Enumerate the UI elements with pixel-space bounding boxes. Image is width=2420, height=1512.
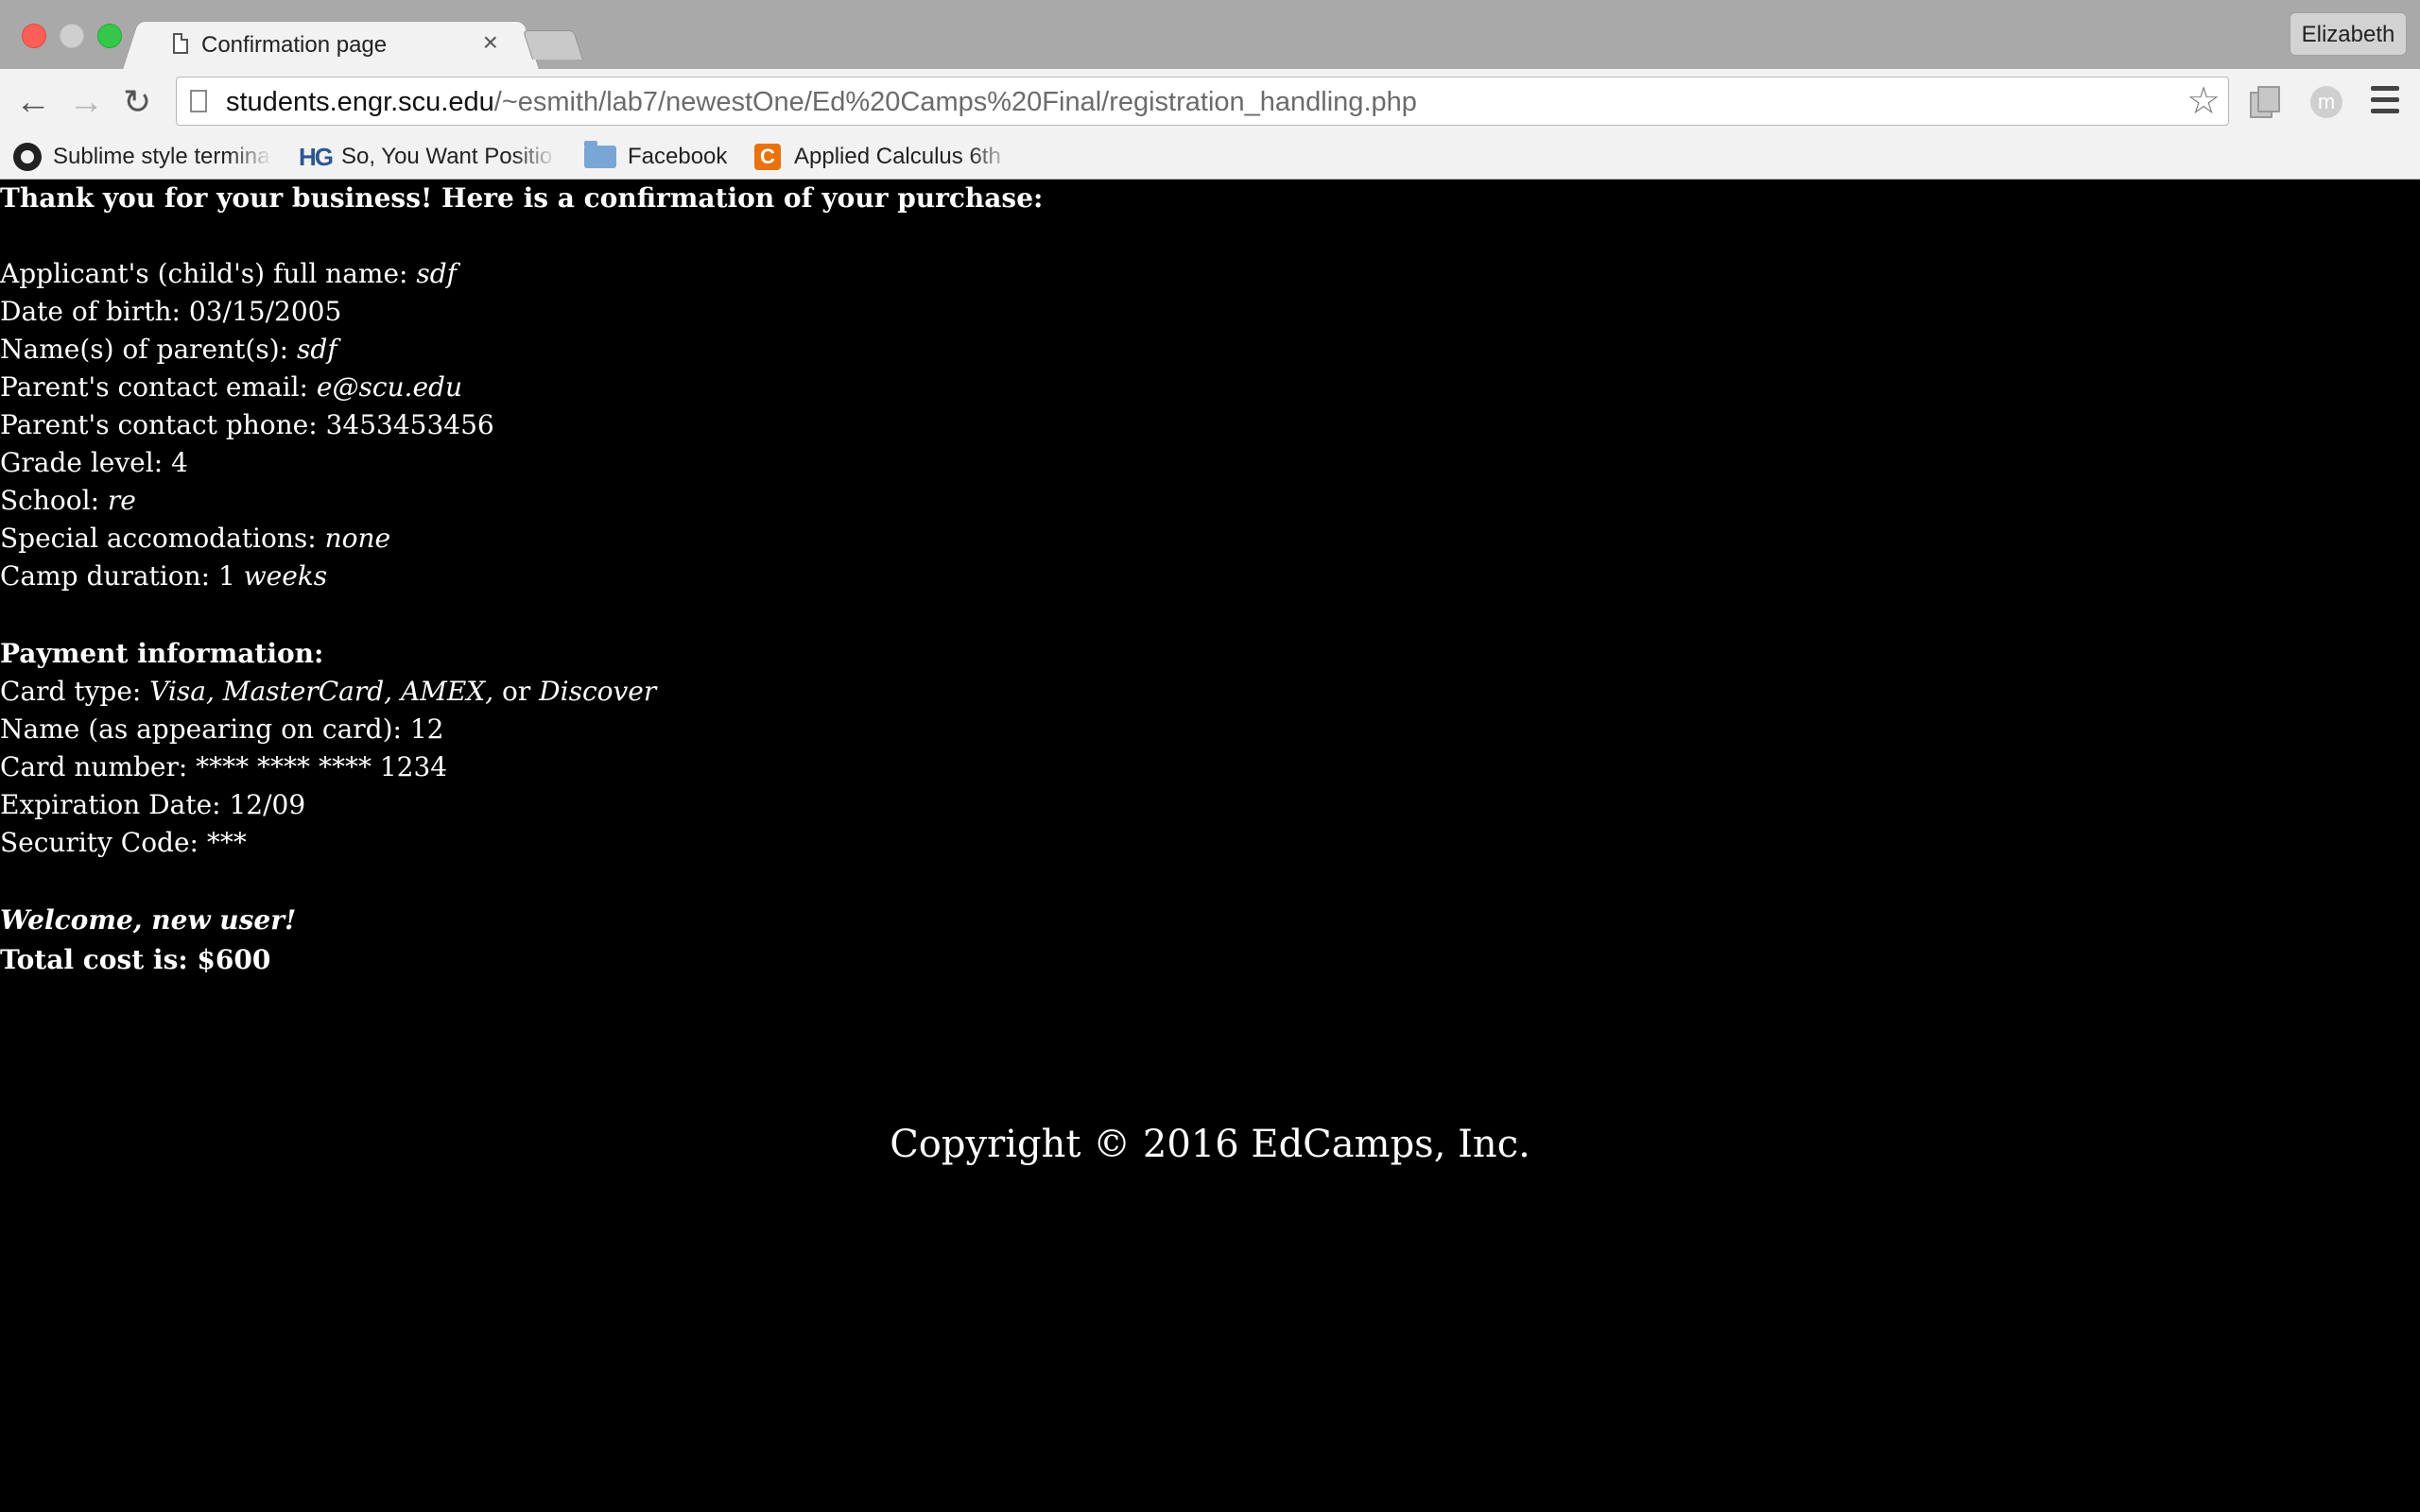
payment-row-name-on-card: Name (as appearing on card): 12 [0,711,443,748]
field-connector: or [493,676,540,707]
page-content: Thank you for your business! Here is a c… [0,180,2420,1512]
field-row-parent-phone: Parent's contact phone: 3453453456 [0,406,494,444]
extension-m-icon[interactable]: m [2310,86,2342,118]
field-label: Card type: [0,676,150,707]
field-label: Parent's contact email: [0,371,317,403]
c-icon: C [754,144,781,170]
bookmark-item[interactable]: Sublime style termina [13,140,272,174]
field-value: sdf [296,334,337,365]
field-value: *** [206,827,247,858]
field-label: Parent's contact phone: [0,409,326,440]
bookmarks-bar: Sublime style termina HG So, You Want Po… [0,134,2420,180]
url-text[interactable]: students.engr.scu.edu/~esmith/lab7/newes… [226,87,1417,118]
field-label: Security Code: [0,827,207,858]
payment-row-security-code: Security Code: *** [0,824,247,862]
toolbar: ← → ↻ students.engr.scu.edu/~esmith/lab7… [0,69,2420,134]
folder-icon [584,141,616,168]
new-tab-button[interactable] [522,30,584,60]
back-arrow-icon[interactable]: ← [15,84,51,120]
payment-heading: Payment information: [0,638,324,669]
payment-row-expiration: Expiration Date: 12/09 [0,786,305,824]
total-cost: Total cost is: $600 [0,944,271,975]
field-value: Visa, MasterCard, AMEX, [149,676,494,707]
copyright-footer: Copyright © 2016 EdCamps, Inc. [890,1123,1530,1166]
window-maximize-button[interactable] [97,24,122,48]
field-label: Name(s) of parent(s): [0,334,297,365]
url-host: students.engr.scu.edu [226,87,494,117]
field-label: Expiration Date: [0,789,230,820]
url-path: /~esmith/lab7/newestOne/Ed%20Camps%20Fin… [493,87,1417,117]
bookmark-star-icon[interactable]: ☆ [2187,80,2221,122]
payment-row-card-number: Card number: **** **** **** 1234 [0,748,447,786]
tab-confirmation-page[interactable]: Confirmation page × [142,21,520,71]
bookmark-label: Sublime style termina [53,144,270,169]
extension-icon[interactable] [2250,86,2280,118]
bookmark-label: So, You Want Positio [341,144,553,169]
field-label: Applicant's (child's) full name: [0,258,417,289]
field-row-child-name: Applicant's (child's) full name: sdf [0,255,457,293]
field-row-school: School: re [0,482,136,520]
field-row-accommodations: Special accomodations: none [0,520,390,558]
field-value: 1 [217,560,235,592]
field-value: 4 [171,447,188,478]
field-label: School: [0,485,108,516]
payment-row-card-type: Card type: Visa, MasterCard, AMEX, or Di… [0,673,656,711]
page-icon [190,90,207,112]
field-label: Card number: [0,751,197,782]
hg-icon: HG [299,142,334,171]
menu-icon[interactable] [2371,86,2403,114]
field-value: re [107,485,136,516]
bookmark-item[interactable]: HG So, You Want Positio [299,140,557,174]
field-label: Name (as appearing on card): [0,713,410,745]
field-suffix: weeks [234,560,328,592]
field-value: 3453453456 [325,409,494,440]
field-value: Discover [539,676,657,707]
browser-chrome: Confirmation page × Elizabeth ← → ↻ stud… [0,0,2420,180]
tab-title: Confirmation page [201,32,388,58]
field-value: sdf [416,258,458,289]
field-row-dob: Date of birth: 03/15/2005 [0,293,341,331]
field-row-camp-duration: Camp duration: 1 weeks [0,558,327,595]
field-label: Date of birth: [0,296,189,327]
bookmark-label: Facebook [628,144,728,169]
page-icon [173,33,188,54]
field-value: e@scu.edu [316,371,462,403]
field-row-parent-email: Parent's contact email: e@scu.edu [0,369,462,406]
field-row-grade: Grade level: 4 [0,444,188,482]
confirmation-heading: Thank you for your business! Here is a c… [0,182,1044,214]
field-value: 12/09 [229,789,306,820]
bookmark-label: Applied Calculus 6th [794,144,1001,169]
field-value: 03/15/2005 [188,296,342,327]
field-label: Camp duration: [0,560,218,592]
bookmark-item[interactable]: C Applied Calculus 6th [754,140,1013,174]
github-icon [13,143,42,171]
tab-close-icon[interactable]: × [483,27,498,57]
welcome-message: Welcome, new user! [0,904,297,936]
window-minimize-button[interactable] [60,24,84,48]
field-value: **** **** **** 1234 [196,751,448,782]
profile-button[interactable]: Elizabeth [2290,12,2407,56]
field-value: none [324,523,391,554]
forward-arrow-icon[interactable]: → [68,84,104,120]
bookmark-item[interactable]: Facebook [584,140,727,174]
field-row-parent-names: Name(s) of parent(s): sdf [0,331,337,369]
reload-icon[interactable]: ↻ [123,84,151,120]
tab-strip: Confirmation page × Elizabeth [0,0,2420,71]
window-close-button[interactable] [22,24,46,48]
field-value: 12 [409,713,444,745]
field-label: Special accomodations: [0,523,325,554]
address-bar[interactable]: students.engr.scu.edu/~esmith/lab7/newes… [176,77,2229,126]
field-label: Grade level: [0,447,172,478]
